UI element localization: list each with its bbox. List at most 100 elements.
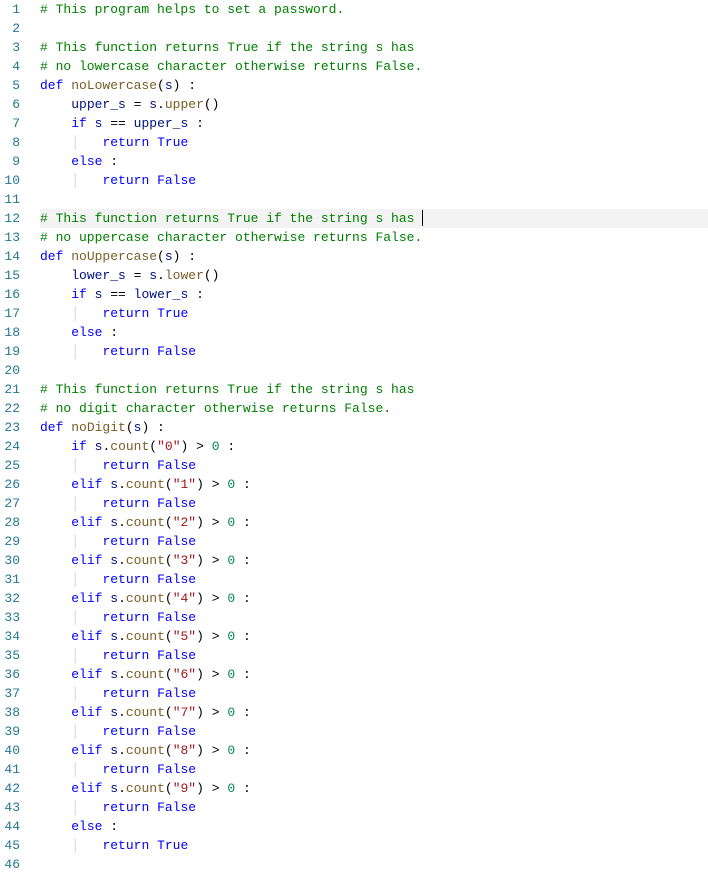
code-token (40, 439, 71, 454)
code-line[interactable]: │ return False (40, 798, 708, 817)
code-line[interactable]: │ return False (40, 342, 708, 361)
code-token: count (126, 477, 165, 492)
code-token: s (110, 743, 118, 758)
line-number: 16 (0, 285, 20, 304)
code-line[interactable]: upper_s = s.upper() (40, 95, 708, 114)
line-number: 10 (0, 171, 20, 190)
line-number: 32 (0, 589, 20, 608)
code-line[interactable]: elif s.count("8") > 0 : (40, 741, 708, 760)
code-line[interactable]: │ return True (40, 133, 708, 152)
code-line[interactable]: elif s.count("9") > 0 : (40, 779, 708, 798)
code-token (149, 534, 157, 549)
code-line[interactable]: elif s.count("7") > 0 : (40, 703, 708, 722)
code-token: count (126, 515, 165, 530)
code-token: False (157, 724, 196, 739)
code-line[interactable]: │ return False (40, 608, 708, 627)
code-line[interactable]: │ return False (40, 171, 708, 190)
code-line[interactable]: elif s.count("6") > 0 : (40, 665, 708, 684)
code-line[interactable]: │ return False (40, 684, 708, 703)
code-line[interactable] (40, 19, 708, 38)
code-token: ) > (196, 781, 227, 796)
code-line[interactable]: else : (40, 152, 708, 171)
code-token (149, 306, 157, 321)
code-line[interactable]: │ return False (40, 456, 708, 475)
code-token: if (71, 439, 87, 454)
code-line[interactable]: if s == upper_s : (40, 114, 708, 133)
code-token: "1" (173, 477, 196, 492)
code-token: False (157, 496, 196, 511)
code-line[interactable]: # no digit character otherwise returns F… (40, 399, 708, 418)
line-number: 26 (0, 475, 20, 494)
code-line[interactable]: if s == lower_s : (40, 285, 708, 304)
code-token: 0 (227, 629, 235, 644)
line-number: 19 (0, 342, 20, 361)
code-token: 0 (227, 667, 235, 682)
code-token (40, 705, 71, 720)
code-token (149, 610, 157, 625)
code-line[interactable]: lower_s = s.lower() (40, 266, 708, 285)
line-number: 21 (0, 380, 20, 399)
code-token: count (126, 667, 165, 682)
code-line[interactable]: │ return True (40, 836, 708, 855)
code-line[interactable]: │ return False (40, 646, 708, 665)
line-number: 17 (0, 304, 20, 323)
code-line[interactable]: │ return True (40, 304, 708, 323)
code-line[interactable]: # no uppercase character otherwise retur… (40, 228, 708, 247)
line-number: 28 (0, 513, 20, 532)
code-token: . (118, 629, 126, 644)
code-line[interactable]: # This function returns True if the stri… (40, 38, 708, 57)
code-token: │ (71, 648, 102, 663)
line-number: 43 (0, 798, 20, 817)
code-line[interactable]: else : (40, 817, 708, 836)
code-line[interactable]: elif s.count("2") > 0 : (40, 513, 708, 532)
code-line[interactable] (40, 361, 708, 380)
code-line[interactable] (40, 855, 708, 874)
code-token: │ (71, 534, 102, 549)
code-line[interactable]: if s.count("0") > 0 : (40, 437, 708, 456)
code-token: 0 (227, 743, 235, 758)
code-line[interactable]: else : (40, 323, 708, 342)
code-line[interactable]: elif s.count("1") > 0 : (40, 475, 708, 494)
code-line[interactable] (40, 190, 708, 209)
code-token: . (118, 743, 126, 758)
code-line[interactable]: # no lowercase character otherwise retur… (40, 57, 708, 76)
code-token: . (118, 667, 126, 682)
code-token: return (102, 572, 149, 587)
code-line[interactable]: │ return False (40, 722, 708, 741)
code-line[interactable]: │ return False (40, 760, 708, 779)
code-token: count (126, 743, 165, 758)
code-token: False (157, 648, 196, 663)
code-token (149, 838, 157, 853)
code-line[interactable]: # This program helps to set a password. (40, 0, 708, 19)
code-token: def (40, 420, 71, 435)
line-number: 34 (0, 627, 20, 646)
code-line[interactable]: elif s.count("5") > 0 : (40, 627, 708, 646)
code-token: # This program helps to set a password. (40, 2, 344, 17)
line-number: 20 (0, 361, 20, 380)
code-token: ( (165, 515, 173, 530)
code-line[interactable]: │ return False (40, 532, 708, 551)
code-token: ) : (141, 420, 164, 435)
code-token (149, 686, 157, 701)
code-line[interactable]: │ return False (40, 494, 708, 513)
code-token (40, 781, 71, 796)
code-token (40, 287, 71, 302)
code-line[interactable]: def noLowercase(s) : (40, 76, 708, 95)
code-line[interactable]: def noDigit(s) : (40, 418, 708, 437)
code-token: return (102, 686, 149, 701)
code-line[interactable]: elif s.count("4") > 0 : (40, 589, 708, 608)
code-token: : (235, 591, 251, 606)
code-token: │ (71, 344, 102, 359)
code-token: ) : (173, 249, 196, 264)
code-token: # This function returns True if the stri… (40, 211, 422, 226)
code-token: upper_s (71, 97, 126, 112)
code-line[interactable]: # This function returns True if the stri… (40, 380, 708, 399)
code-token: ) > (196, 477, 227, 492)
code-line[interactable]: def noUppercase(s) : (40, 247, 708, 266)
code-line[interactable]: # This function returns True if the stri… (40, 209, 708, 228)
code-editor-area[interactable]: # This program helps to set a password. #… (30, 0, 708, 874)
code-line[interactable]: │ return False (40, 570, 708, 589)
code-line[interactable]: elif s.count("3") > 0 : (40, 551, 708, 570)
code-token: 0 (227, 477, 235, 492)
code-token: elif (71, 477, 102, 492)
